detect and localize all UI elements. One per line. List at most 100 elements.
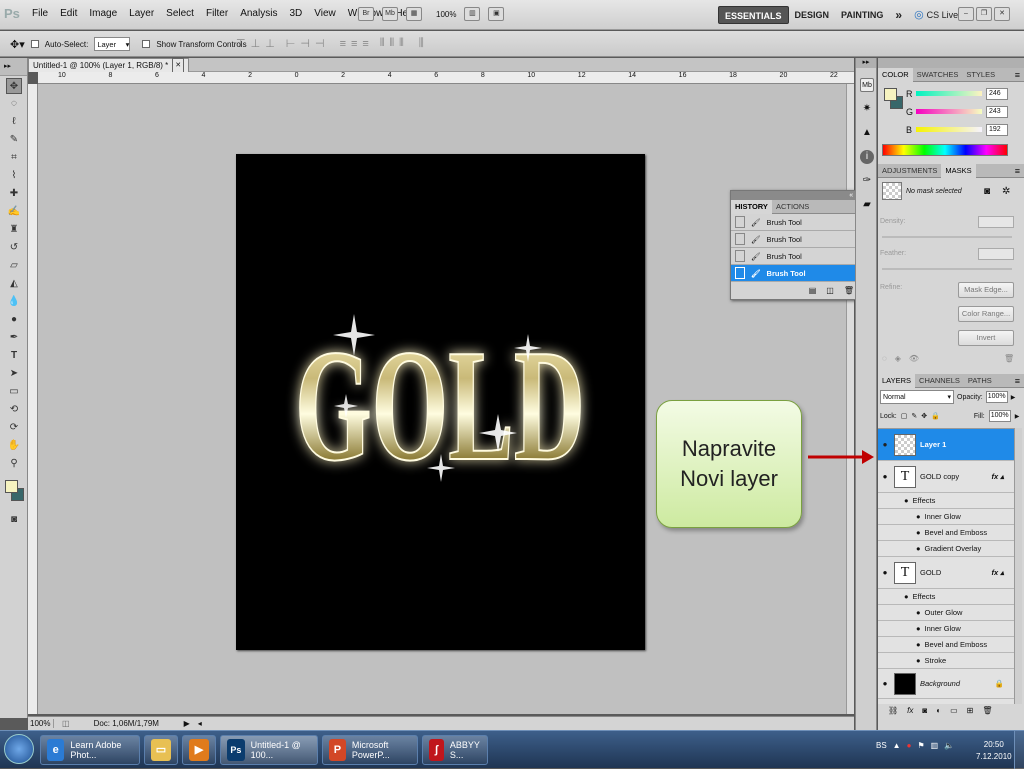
align-right-icon[interactable]: ⊣ [315,37,325,50]
lock-position-icon[interactable]: ✥ [921,412,927,420]
color-range-button[interactable]: Color Range... [958,306,1014,322]
opacity-arrow-icon[interactable]: ▶ [1011,394,1016,401]
mask-edge-button[interactable]: Mask Edge... [958,282,1014,298]
layer-row-gold[interactable]: ● T GOLD fx ▴ [878,557,1014,589]
effect-eye-icon[interactable]: ● [916,512,921,521]
tray-security-icon[interactable]: ● [907,741,912,750]
blur-tool-icon[interactable]: 💧 [6,294,22,310]
navigator-panel-icon[interactable]: ✷ [860,102,874,116]
start-button[interactable] [4,734,34,764]
pixel-mask-icon[interactable]: ◙ [984,186,990,197]
tab-layers[interactable]: LAYERS [878,373,916,388]
layers-scrollbar[interactable] [1014,428,1022,704]
more-workspaces-button[interactable]: » [889,6,908,24]
restore-icon[interactable]: ❐ [976,7,992,21]
history-item[interactable]: 🖌 Brush Tool [731,214,864,231]
red-slider[interactable] [916,91,982,96]
delete-mask-icon[interactable]: 🗑 [1004,354,1014,363]
color-panel-fg-swatch[interactable] [884,88,897,101]
green-value[interactable]: 243 [986,105,1008,118]
distribute-right-icon[interactable]: ⫴ [399,37,404,50]
fx-icon[interactable]: fx ▴ [991,568,1014,577]
adjustment-layer-icon[interactable]: ◐ [936,706,941,715]
effect-row[interactable]: ● Stroke [878,653,1014,669]
menu-file[interactable]: File [32,8,48,19]
history-panel-icon[interactable]: ✑ [860,174,874,188]
zoom-tool-icon[interactable]: ⚲ [6,456,22,472]
auto-select-checkbox[interactable] [30,40,39,48]
delete-state-icon[interactable]: 🗑 [844,286,854,295]
distribute-top-icon[interactable]: ≡ [340,38,346,50]
blend-mode-dropdown[interactable]: Normal ▾ [880,390,954,404]
color-spectrum-ramp[interactable] [882,144,1008,156]
taskbar-explorer[interactable]: ▭ [144,735,178,765]
mini-bridge-button[interactable]: Mb [382,7,398,21]
history-brush-tool-icon[interactable]: ↺ [6,240,22,256]
effects-row[interactable]: ● Effects [878,589,1014,605]
menu-3d[interactable]: 3D [289,8,302,19]
auto-select-dropdown[interactable]: Layer ▾ [94,37,131,51]
taskbar-ie[interactable]: e Learn Adobe Phot... [40,735,140,765]
effect-row[interactable]: ● Bevel and Emboss [878,637,1014,653]
add-mask-icon[interactable]: ◙ [922,706,927,715]
effect-eye-icon[interactable]: ● [916,624,921,633]
distribute-left-icon[interactable]: ⫴ [380,37,385,50]
menu-layer[interactable]: Layer [129,8,154,19]
new-group-icon[interactable]: ▭ [950,706,958,715]
layer-row-gold-copy[interactable]: ● T GOLD copy fx ▴ [878,461,1014,493]
taskbar-abbyy[interactable]: ʃ ABBYY S... [422,735,488,765]
align-vcenter-icon[interactable]: ⊥ [251,37,261,50]
menu-filter[interactable]: Filter [206,8,228,19]
canvas-vertical-scrollbar[interactable] [846,84,854,714]
panel-menu-icon[interactable]: ≡ [1015,376,1024,386]
effect-eye-icon[interactable]: ● [904,496,909,505]
opacity-field[interactable]: 100% [985,391,1008,403]
distribute-hcenter-icon[interactable]: ⫴ [389,37,394,50]
effects-row[interactable]: ● Effects [878,493,1014,509]
lock-pixels-icon[interactable]: ✎ [911,412,917,420]
auto-align-icon[interactable]: ⫼ [419,37,424,50]
add-layer-style-icon[interactable]: fx [907,706,913,715]
tab-paths[interactable]: PATHS [964,374,996,388]
align-top-icon[interactable]: ⊤ [236,37,246,50]
hand-tool-icon[interactable]: ✋ [6,438,22,454]
blue-slider[interactable] [916,127,982,132]
visibility-eye-icon[interactable]: ● [880,440,890,449]
view-extras-icon[interactable]: ▦ [406,7,422,21]
screen-mode-icon[interactable]: ▣ [488,7,505,21]
workspace-design[interactable]: DESIGN [789,6,836,24]
foreground-color-swatch[interactable] [5,480,18,493]
new-document-from-state-icon[interactable]: ▤ [809,286,817,295]
taskbar-media[interactable]: ▶ [182,735,216,765]
align-left-icon[interactable]: ⊢ [286,37,296,50]
document-canvas[interactable]: GOLD [236,154,645,650]
menu-view[interactable]: View [314,8,336,19]
layer-row-background[interactable]: ● Background 🔒 [878,669,1014,699]
paint-bucket-tool-icon[interactable]: ◭ [6,276,22,292]
path-select-tool-icon[interactable]: ➤ [6,366,22,382]
menu-image[interactable]: Image [89,8,117,19]
show-desktop-button[interactable] [1014,731,1024,769]
menu-select[interactable]: Select [166,8,194,19]
fill-arrow-icon[interactable]: ▶ [1015,413,1020,420]
pen-tool-icon[interactable]: ✒ [6,330,22,346]
3d-orbit-tool-icon[interactable]: ⟳ [6,420,22,436]
distribute-bottom-icon[interactable]: ≡ [362,38,368,50]
close-icon[interactable]: ✕ [994,7,1010,21]
move-tool-icon[interactable]: ✥ [6,78,22,94]
lock-transparency-icon[interactable]: ▢ [901,412,908,420]
fx-icon[interactable]: fx ▴ [991,472,1014,481]
3d-rotate-tool-icon[interactable]: ⟲ [6,402,22,418]
dodge-tool-icon[interactable]: ● [6,312,22,328]
link-layers-icon[interactable]: ⛓ [888,706,898,715]
quick-select-tool-icon[interactable]: ✎ [6,132,22,148]
effect-eye-icon[interactable]: ● [916,528,921,537]
effect-eye-icon[interactable]: ● [916,640,921,649]
menu-edit[interactable]: Edit [60,8,77,19]
invert-button[interactable]: Invert [958,330,1014,346]
crop-tool-icon[interactable]: ⌗ [6,150,22,166]
healing-brush-tool-icon[interactable]: ✚ [6,186,22,202]
delete-layer-icon[interactable]: 🗑 [982,706,992,715]
disable-mask-icon[interactable]: 👁 [909,354,919,363]
visibility-eye-icon[interactable]: ● [880,679,890,688]
